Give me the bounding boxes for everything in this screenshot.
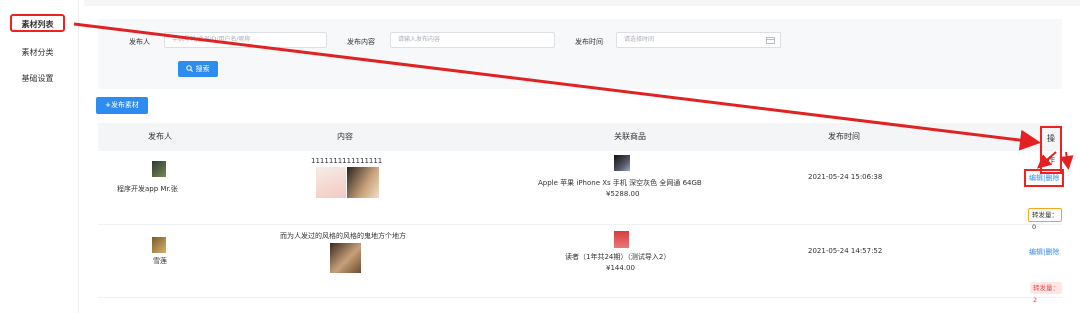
product-name: 读者（1年共24期）（测试导入2） [565,253,671,261]
add-material-label: 发布素材 [110,101,139,109]
time-placeholder: 请选择时间 [624,36,655,43]
sidebar: 素材列表 素材分类 基础设置 [0,0,79,313]
product-price: ¥5288.00 [606,190,640,198]
row-actions: 编辑|删除 [1029,247,1059,257]
header-publisher: 发布人 [148,132,172,141]
sidebar-item-material-list[interactable]: 素材列表 [10,14,65,32]
product-name: Apple 苹果 iPhone Xs 手机 深空灰色 全网通 64GB [538,179,702,187]
forward-count-badge: 转发量：2 [1030,282,1062,304]
search-button[interactable]: 搜索 [178,61,218,77]
content-input[interactable]: 请输入发布内容 [390,32,555,48]
add-material-button[interactable]: +发布素材 [96,97,148,114]
filter-panel: 发布人 手机号码/会员ID/用户名/昵称 发布内容 请输入发布内容 发布时间 请… [98,19,1062,89]
header-product: 关联商品 [614,132,646,141]
delete-link[interactable]: 删除 [1045,174,1059,182]
content-text: 而为人发过的风格的风格的鬼地方个地方 [280,232,406,240]
publisher-name: 雪莲 [153,257,167,265]
search-icon [186,65,194,72]
edit-link[interactable]: 编辑 [1029,248,1043,256]
publisher-input[interactable]: 手机号码/会员ID/用户名/昵称 [164,32,327,48]
forward-count-badge: 转发量：0 [1028,208,1062,231]
publisher-label: 发布人 [129,38,150,46]
row-actions: 编辑|删除 [1024,169,1065,187]
table-row: 程序开发app Mr.张 1111111111111111 Apple 苹果 i… [98,151,1065,231]
time-picker[interactable]: 请选择时间 [616,32,781,48]
main-content: 发布人 手机号码/会员ID/用户名/昵称 发布内容 请输入发布内容 发布时间 请… [84,0,1080,313]
content-text: 1111111111111111 [311,157,383,165]
sidebar-item-material-category[interactable]: 素材分类 [10,44,65,62]
publisher-avatar [152,237,166,253]
content-label: 发布内容 [347,38,375,46]
header-content: 内容 [337,132,353,141]
product-image [614,231,629,248]
content-image [330,243,361,273]
product-image [614,155,630,171]
publish-time: 2021-05-24 14:57:52 [808,247,883,255]
calendar-icon [766,37,775,44]
header-time: 发布时间 [828,132,860,141]
content-image [316,167,346,198]
time-label: 发布时间 [575,38,603,46]
content-image [347,167,379,198]
top-strip [84,0,1080,6]
delete-link[interactable]: 删除 [1045,248,1059,256]
edit-link[interactable]: 编辑 [1029,174,1043,182]
table-header: 发布人 内容 关联商品 发布时间 操作 [98,123,1062,174]
publisher-name: 程序开发app Mr.张 [117,185,178,193]
product-price: ¥144.00 [606,264,635,272]
publish-time: 2021-05-24 15:06:38 [808,173,883,181]
sidebar-item-basic-settings[interactable]: 基础设置 [10,70,65,88]
table-row: 雪莲 而为人发过的风格的风格的鬼地方个地方 读者（1年共24期）（测试导入2） … [98,225,1062,304]
search-button-label: 搜索 [195,65,210,73]
publisher-avatar [152,161,166,177]
